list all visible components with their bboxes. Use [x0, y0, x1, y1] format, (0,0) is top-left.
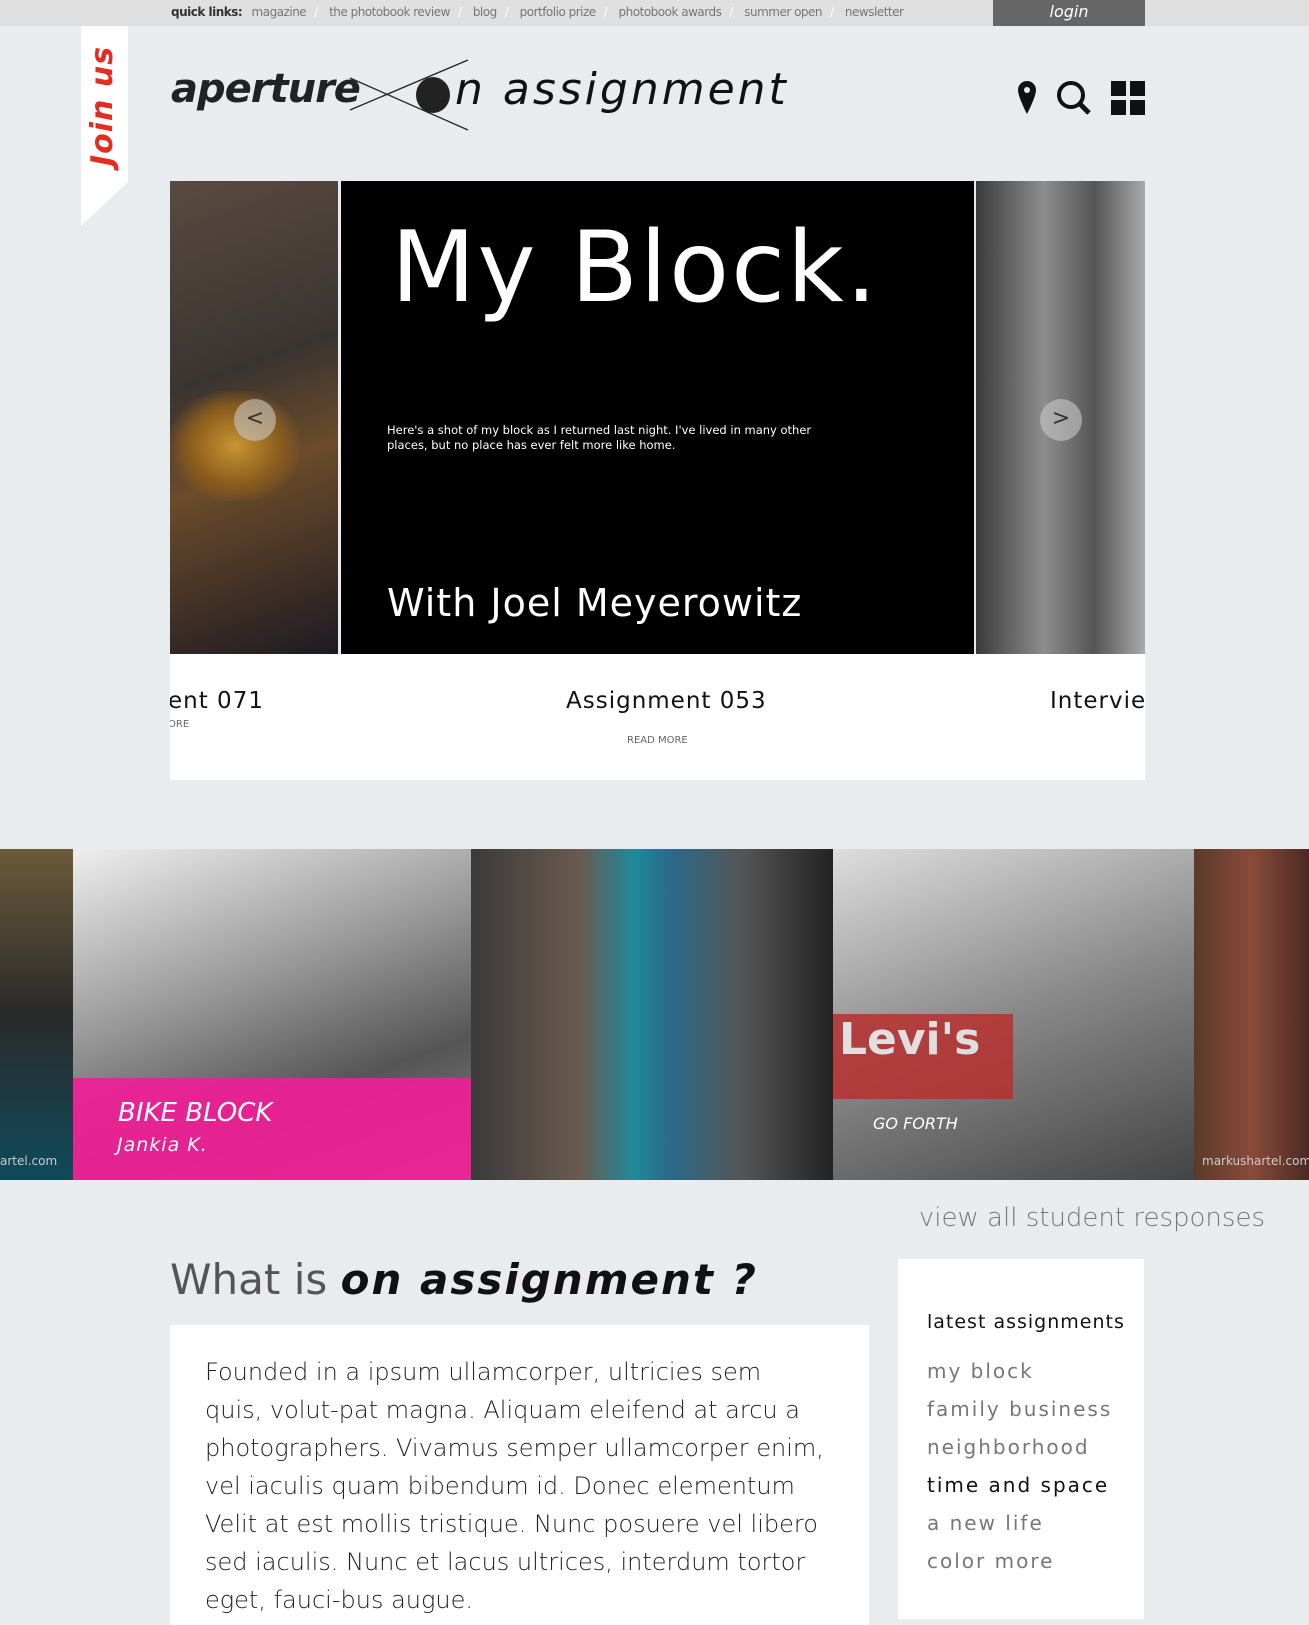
student-gallery: artel.com BIKE BLOCK Jankia K. Levi's GO… [0, 849, 1309, 1180]
featured-caption[interactable]: BIKE BLOCK Jankia K. [73, 1078, 471, 1180]
quick-links: quick links: magazine / the photobook rev… [171, 5, 904, 19]
gallery-photo[interactable]: Levi's GO FORTH [833, 849, 1194, 1180]
search-icon[interactable] [1056, 80, 1092, 116]
gallery-photo[interactable]: artel.com [0, 849, 73, 1180]
about-heading: What is on assignment ? [170, 1255, 758, 1304]
join-us-ribbon[interactable]: Join us [81, 26, 128, 226]
prev-arrow-button[interactable]: < [234, 399, 276, 441]
poster-subtext: GO FORTH [873, 1114, 958, 1133]
login-button[interactable]: login [993, 0, 1145, 26]
link-newsletter[interactable]: newsletter [845, 5, 904, 19]
featured-slider: My Block. Here's a shot of my block as I… [170, 181, 1145, 654]
slide-subtitle: With Joel Meyerowitz [387, 581, 803, 625]
on-assignment-logo[interactable]: n assignment [455, 64, 789, 115]
sidebar-item-color-more[interactable]: color more [927, 1549, 1054, 1573]
watermark: artel.com [0, 1154, 58, 1168]
about-text-box: Founded in a ipsum ullamcorper, ultricie… [170, 1325, 869, 1625]
link-portfolio-prize[interactable]: portfolio prize [520, 5, 597, 19]
next-arrow-button[interactable]: > [1040, 399, 1082, 441]
featured-title: BIKE BLOCK [118, 1098, 273, 1128]
link-photobook-awards[interactable]: photobook awards [619, 5, 722, 19]
link-summer-open[interactable]: summer open [744, 5, 822, 19]
sidebar-item-a-new-life[interactable]: a new life [927, 1511, 1044, 1535]
watermark: markushartel.com [1202, 1154, 1309, 1168]
latest-assignments-sidebar: latest assignments my block family busin… [898, 1259, 1144, 1619]
link-blog[interactable]: blog [473, 5, 497, 19]
grid-menu-icon[interactable] [1111, 81, 1145, 115]
about-body: Founded in a ipsum ullamcorper, ultricie… [205, 1358, 824, 1614]
caption-title[interactable]: Assignment 053 [566, 688, 767, 714]
gallery-photo[interactable] [471, 849, 833, 1180]
quick-links-label: quick links: [171, 5, 243, 19]
read-more-link[interactable]: ORE [170, 719, 189, 730]
slide-title: My Block. [391, 211, 879, 325]
link-magazine[interactable]: magazine [252, 5, 307, 19]
caption-title[interactable]: Interviev [1050, 688, 1145, 714]
sidebar-item-family-business[interactable]: family business [927, 1397, 1112, 1421]
sidebar-item-my-block[interactable]: my block [927, 1359, 1034, 1383]
slide-current[interactable]: My Block. Here's a shot of my block as I… [341, 181, 974, 654]
sidebar-item-neighborhood[interactable]: neighborhood [927, 1435, 1090, 1459]
join-us-label: Join us [85, 45, 120, 166]
caption-title[interactable]: ent 071 [170, 688, 264, 714]
aperture-logo[interactable]: aperture [171, 66, 361, 112]
gallery-photo[interactable]: markushartel.com [1194, 849, 1309, 1180]
view-all-responses-link[interactable]: view all student responses [919, 1203, 1265, 1233]
sidebar-heading: latest assignments [927, 1311, 1125, 1333]
slide-description: Here's a shot of my block as I returned … [387, 423, 812, 452]
poster-text: Levi's [833, 1014, 1013, 1099]
sidebar-item-time-and-space[interactable]: time and space [927, 1473, 1109, 1497]
quick-links-bar: quick links: magazine / the photobook rev… [0, 0, 1309, 26]
slide-captions: ent 071 ORE Assignment 053 READ MORE Int… [170, 654, 1145, 780]
featured-author: Jankia K. [117, 1134, 208, 1156]
map-pin-icon[interactable] [1017, 80, 1037, 115]
read-more-link[interactable]: READ MORE [627, 735, 688, 746]
link-photobook-review[interactable]: the photobook review [329, 5, 450, 19]
